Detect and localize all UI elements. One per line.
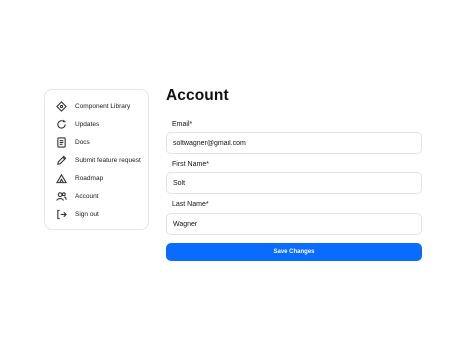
sidebar-item-label: Component Library [75, 102, 131, 110]
sidebar-item-label: Sign out [75, 210, 99, 218]
sidebar-item-docs[interactable]: Docs [45, 133, 148, 151]
mountain-icon [56, 173, 67, 184]
users-icon [56, 191, 67, 202]
sidebar-item-label: Docs [75, 138, 90, 146]
sign-out-icon [56, 209, 67, 220]
email-label: Email* [172, 121, 193, 128]
page: Component Library Updates Docs Submit fe… [0, 0, 474, 355]
page-title: Account [166, 87, 229, 104]
sidebar-item-label: Account [75, 192, 99, 200]
refresh-icon [56, 119, 67, 130]
sidebar-item-sign-out[interactable]: Sign out [45, 205, 148, 223]
account-form: Account Email* First Name* Last Name* Sa… [166, 86, 422, 261]
first-name-label: First Name* [172, 161, 209, 168]
sidebar-item-updates[interactable]: Updates [45, 115, 148, 133]
sidebar-item-label: Submit feature request [75, 156, 141, 164]
last-name-label: Last Name* [172, 201, 209, 208]
diamond-icon [56, 100, 67, 112]
email-field[interactable] [166, 132, 422, 154]
sidebar-item-submit-feature-request[interactable]: Submit feature request [45, 151, 148, 169]
sidebar-item-component-library[interactable]: Component Library [45, 97, 148, 115]
first-name-field[interactable] [166, 172, 422, 194]
sidebar-item-label: Roadmap [75, 174, 104, 182]
pencil-icon [56, 155, 67, 166]
sidebar-item-label: Updates [75, 120, 100, 128]
sidebar-menu: Component Library Updates Docs Submit fe… [44, 89, 149, 230]
sidebar-item-roadmap[interactable]: Roadmap [45, 169, 148, 187]
sidebar-item-account[interactable]: Account [45, 187, 148, 205]
document-icon [56, 136, 67, 148]
last-name-field[interactable] [166, 213, 422, 235]
save-changes-button[interactable]: Save Changes [166, 243, 422, 261]
